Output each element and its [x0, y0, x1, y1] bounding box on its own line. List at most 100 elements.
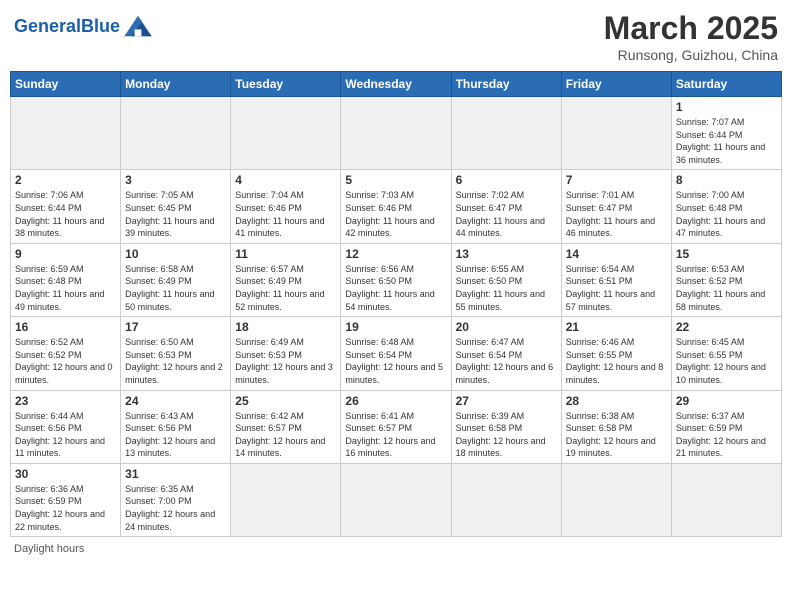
day-info: Sunrise: 6:56 AM Sunset: 6:50 PM Dayligh… — [345, 263, 446, 313]
calendar-cell: 31Sunrise: 6:35 AM Sunset: 7:00 PM Dayli… — [121, 463, 231, 536]
day-info: Sunrise: 6:57 AM Sunset: 6:49 PM Dayligh… — [235, 263, 336, 313]
location: Runsong, Guizhou, China — [604, 47, 778, 63]
calendar-cell: 20Sunrise: 6:47 AM Sunset: 6:54 PM Dayli… — [451, 317, 561, 390]
calendar-cell — [121, 97, 231, 170]
day-number: 6 — [456, 173, 557, 187]
day-info: Sunrise: 6:59 AM Sunset: 6:48 PM Dayligh… — [15, 263, 116, 313]
day-number: 23 — [15, 394, 116, 408]
calendar-cell: 24 Sunrise: 6:43 AM Sunset: 6:56 PM Dayli… — [121, 390, 231, 463]
day-info: Sunrise: 6:43 AM Sunset: 6:56 PM Dayligh… — [125, 410, 226, 460]
day-info: Sunrise: 7:00 AM Sunset: 6:48 PM Dayligh… — [676, 189, 777, 239]
day-info: Sunrise: 7:07 AM Sunset: 6:44 PM Dayligh… — [676, 116, 777, 166]
day-number: 7 — [566, 173, 667, 187]
calendar-cell — [561, 97, 671, 170]
weekday-header-wednesday: Wednesday — [341, 72, 451, 97]
day-info: Sunrise: 6:49 AM Sunset: 6:53 PM Dayligh… — [235, 336, 336, 386]
day-info: Sunrise: 6:46 AM Sunset: 6:55 PM Dayligh… — [566, 336, 667, 386]
day-number: 5 — [345, 173, 446, 187]
calendar-cell: 6 Sunrise: 7:02 AM Sunset: 6:47 PM Daylig… — [451, 170, 561, 243]
calendar-cell: 14 Sunrise: 6:54 AM Sunset: 6:51 PM Dayli… — [561, 243, 671, 316]
calendar-cell: 16Sunrise: 6:52 AM Sunset: 6:52 PM Dayli… — [11, 317, 121, 390]
day-info: Sunrise: 6:55 AM Sunset: 6:50 PM Dayligh… — [456, 263, 557, 313]
day-info: Sunrise: 7:05 AM Sunset: 6:45 PM Dayligh… — [125, 189, 226, 239]
weekday-header-saturday: Saturday — [671, 72, 781, 97]
calendar-cell — [341, 97, 451, 170]
calendar-cell: 18Sunrise: 6:49 AM Sunset: 6:53 PM Dayli… — [231, 317, 341, 390]
calendar-week-4: 23 Sunrise: 6:44 AM Sunset: 6:56 PM Dayli… — [11, 390, 782, 463]
day-number: 21 — [566, 320, 667, 334]
day-number: 26 — [345, 394, 446, 408]
day-number: 1 — [676, 100, 777, 114]
day-info: Sunrise: 6:54 AM Sunset: 6:51 PM Dayligh… — [566, 263, 667, 313]
calendar-cell: 11 Sunrise: 6:57 AM Sunset: 6:49 PM Dayli… — [231, 243, 341, 316]
day-info: Sunrise: 6:44 AM Sunset: 6:56 PM Dayligh… — [15, 410, 116, 460]
calendar-cell: 30Sunrise: 6:36 AM Sunset: 6:59 PM Dayli… — [11, 463, 121, 536]
day-number: 8 — [676, 173, 777, 187]
calendar-cell — [451, 463, 561, 536]
calendar-cell — [671, 463, 781, 536]
day-number: 29 — [676, 394, 777, 408]
day-number: 13 — [456, 247, 557, 261]
calendar-cell: 27 Sunrise: 6:39 AM Sunset: 6:58 PM Dayli… — [451, 390, 561, 463]
day-info: Sunrise: 6:45 AM Sunset: 6:55 PM Dayligh… — [676, 336, 777, 386]
day-number: 15 — [676, 247, 777, 261]
day-number: 3 — [125, 173, 226, 187]
day-number: 19 — [345, 320, 446, 334]
calendar-week-2: 9 Sunrise: 6:59 AM Sunset: 6:48 PM Daylig… — [11, 243, 782, 316]
day-number: 9 — [15, 247, 116, 261]
day-number: 22 — [676, 320, 777, 334]
calendar-cell: 17Sunrise: 6:50 AM Sunset: 6:53 PM Dayli… — [121, 317, 231, 390]
day-info: Sunrise: 6:42 AM Sunset: 6:57 PM Dayligh… — [235, 410, 336, 460]
calendar-week-0: 1 Sunrise: 7:07 AM Sunset: 6:44 PM Daylig… — [11, 97, 782, 170]
day-number: 24 — [125, 394, 226, 408]
calendar-week-5: 30Sunrise: 6:36 AM Sunset: 6:59 PM Dayli… — [11, 463, 782, 536]
day-info: Sunrise: 6:58 AM Sunset: 6:49 PM Dayligh… — [125, 263, 226, 313]
day-number: 4 — [235, 173, 336, 187]
day-number: 14 — [566, 247, 667, 261]
day-number: 11 — [235, 247, 336, 261]
day-info: Sunrise: 6:48 AM Sunset: 6:54 PM Dayligh… — [345, 336, 446, 386]
weekday-header-tuesday: Tuesday — [231, 72, 341, 97]
calendar-cell: 25 Sunrise: 6:42 AM Sunset: 6:57 PM Dayli… — [231, 390, 341, 463]
day-number: 30 — [15, 467, 116, 481]
calendar-table: SundayMondayTuesdayWednesdayThursdayFrid… — [10, 71, 782, 537]
calendar-cell — [451, 97, 561, 170]
logo-icon — [122, 14, 154, 38]
page-header: GeneralBlue March 2025 Runsong, Guizhou,… — [10, 10, 782, 63]
calendar-cell — [561, 463, 671, 536]
calendar-cell — [231, 97, 341, 170]
calendar-cell: 21 Sunrise: 6:46 AM Sunset: 6:55 PM Dayli… — [561, 317, 671, 390]
calendar-cell — [341, 463, 451, 536]
day-info: Sunrise: 6:50 AM Sunset: 6:53 PM Dayligh… — [125, 336, 226, 386]
footer-note: Daylight hours — [10, 543, 782, 555]
weekday-header-row: SundayMondayTuesdayWednesdayThursdayFrid… — [11, 72, 782, 97]
title-block: March 2025 Runsong, Guizhou, China — [604, 10, 778, 63]
day-info: Sunrise: 6:52 AM Sunset: 6:52 PM Dayligh… — [15, 336, 116, 386]
day-info: Sunrise: 7:06 AM Sunset: 6:44 PM Dayligh… — [15, 189, 116, 239]
day-info: Sunrise: 7:02 AM Sunset: 6:47 PM Dayligh… — [456, 189, 557, 239]
calendar-cell — [11, 97, 121, 170]
day-number: 27 — [456, 394, 557, 408]
calendar-week-3: 16Sunrise: 6:52 AM Sunset: 6:52 PM Dayli… — [11, 317, 782, 390]
calendar-cell — [231, 463, 341, 536]
calendar-week-1: 2 Sunrise: 7:06 AM Sunset: 6:44 PM Daylig… — [11, 170, 782, 243]
day-info: Sunrise: 7:03 AM Sunset: 6:46 PM Dayligh… — [345, 189, 446, 239]
calendar-cell: 9 Sunrise: 6:59 AM Sunset: 6:48 PM Daylig… — [11, 243, 121, 316]
day-number: 25 — [235, 394, 336, 408]
day-number: 28 — [566, 394, 667, 408]
calendar-cell: 1 Sunrise: 7:07 AM Sunset: 6:44 PM Daylig… — [671, 97, 781, 170]
logo: GeneralBlue — [14, 14, 154, 38]
calendar-cell: 5 Sunrise: 7:03 AM Sunset: 6:46 PM Daylig… — [341, 170, 451, 243]
calendar-cell: 10Sunrise: 6:58 AM Sunset: 6:49 PM Dayli… — [121, 243, 231, 316]
calendar-cell: 28 Sunrise: 6:38 AM Sunset: 6:58 PM Dayli… — [561, 390, 671, 463]
calendar-cell: 13 Sunrise: 6:55 AM Sunset: 6:50 PM Dayli… — [451, 243, 561, 316]
day-info: Sunrise: 6:41 AM Sunset: 6:57 PM Dayligh… — [345, 410, 446, 460]
month-title: March 2025 — [604, 10, 778, 47]
day-number: 2 — [15, 173, 116, 187]
day-info: Sunrise: 6:38 AM Sunset: 6:58 PM Dayligh… — [566, 410, 667, 460]
calendar-cell: 8 Sunrise: 7:00 AM Sunset: 6:48 PM Daylig… — [671, 170, 781, 243]
day-info: Sunrise: 6:53 AM Sunset: 6:52 PM Dayligh… — [676, 263, 777, 313]
calendar-cell: 4Sunrise: 7:04 AM Sunset: 6:46 PM Daylig… — [231, 170, 341, 243]
day-info: Sunrise: 6:39 AM Sunset: 6:58 PM Dayligh… — [456, 410, 557, 460]
logo-text: GeneralBlue — [14, 16, 120, 37]
